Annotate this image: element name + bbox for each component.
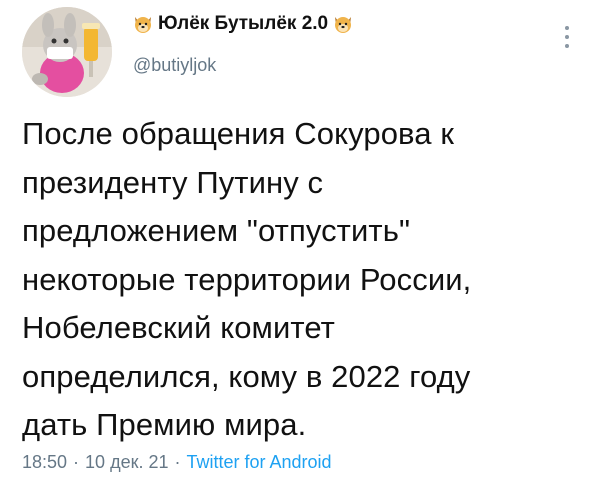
tweet-text-line: После обращения Сокурова к [22,116,454,151]
separator: · [73,452,80,472]
tweet-text-line: президенту Путину с [22,164,324,200]
tweet-text-line: определился, кому в 2022 году [22,358,471,394]
dog-face-icon [335,17,352,33]
author-display-name[interactable]: Юлёк Бутылёк 2.0 [158,13,328,35]
tweet-source-link[interactable]: Twitter for Android [186,452,331,472]
tweet-card: Юлёк Бутылёк 2.0 @butiyljok После обраще… [0,0,604,490]
separator: · [174,452,181,472]
tweet-date[interactable]: 10 дек. 21 [85,452,168,472]
dog-face-icon [135,17,151,33]
tweet-text-line: дать Премию мира. [22,407,307,442]
tweet-text: После обращения Сокурова к президенту Пу… [22,110,592,450]
tweet-text-line: предложением "отпустить" [22,213,411,248]
tweet-time[interactable]: 18:50 [22,452,67,472]
author-handle[interactable]: @butiyljok [133,55,216,76]
tweet-text-line: Нобелевский комитет [22,310,335,345]
author-name-row[interactable]: Юлёк Бутылёк 2.0 [132,13,354,35]
dot [565,26,569,30]
tweet-text-line: некоторые территории России, [22,261,472,297]
avatar[interactable] [22,7,112,97]
tweet-meta: 18:50 · 10 дек. 21 · Twitter for Android [22,452,332,473]
dot [565,35,569,39]
more-options-icon[interactable] [560,22,574,52]
dot [565,44,569,48]
